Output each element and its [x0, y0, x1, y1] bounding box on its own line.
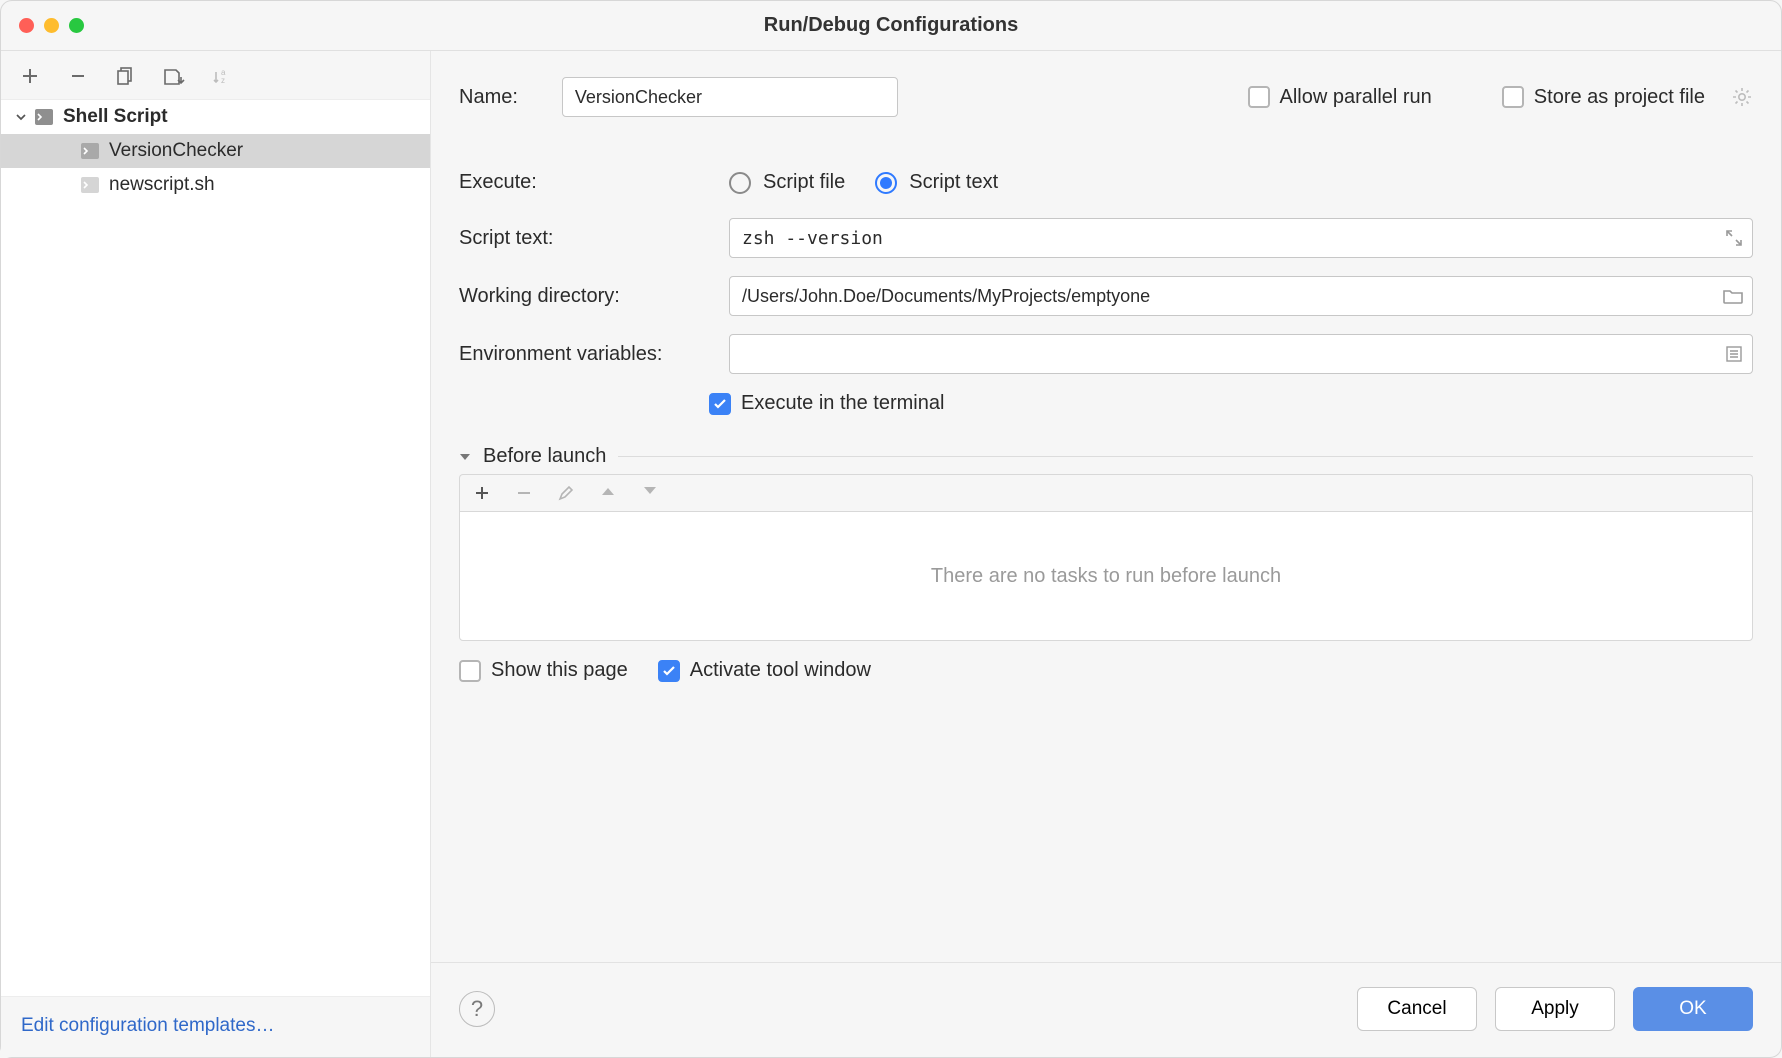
execute-script-file-label: Script file [763, 171, 845, 194]
window-controls [1, 18, 84, 33]
cancel-button[interactable]: Cancel [1357, 987, 1477, 1031]
caret-down-icon [459, 451, 471, 463]
add-config-button[interactable] [17, 63, 43, 89]
execute-script-text-label: Script text [909, 171, 998, 194]
env-input[interactable] [729, 334, 1753, 374]
execute-script-file-radio[interactable] [729, 172, 751, 194]
config-tree: Shell Script VersionChecker newscript.sh [1, 99, 430, 997]
store-project-checkbox[interactable]: Store as project file [1502, 86, 1705, 109]
move-up-task-button[interactable] [600, 485, 616, 501]
divider [618, 456, 1753, 457]
close-window-button[interactable] [19, 18, 34, 33]
activate-tool-window-label: Activate tool window [690, 659, 871, 682]
activate-tool-window-checkbox[interactable]: Activate tool window [658, 659, 871, 682]
minimize-window-button[interactable] [44, 18, 59, 33]
show-this-page-label: Show this page [491, 659, 628, 682]
expand-icon[interactable] [1725, 229, 1743, 247]
allow-parallel-checkbox[interactable]: Allow parallel run [1248, 86, 1432, 109]
add-task-button[interactable] [474, 485, 490, 501]
folder-icon[interactable] [1723, 288, 1743, 304]
remove-task-button[interactable] [516, 485, 532, 501]
script-text-label: Script text: [459, 227, 709, 250]
tree-root-label: Shell Script [63, 106, 168, 128]
store-project-label: Store as project file [1534, 86, 1705, 109]
name-input[interactable] [562, 77, 898, 117]
window-title: Run/Debug Configurations [1, 14, 1781, 37]
configurations-sidebar: az Shell Script VersionC [1, 51, 431, 1057]
execute-label: Execute: [459, 171, 709, 194]
execute-script-text-radio[interactable] [875, 172, 897, 194]
checkbox-icon [459, 660, 481, 682]
before-launch-empty-text: There are no tasks to run before launch [931, 565, 1281, 588]
tree-item-versionchecker[interactable]: VersionChecker [1, 134, 430, 168]
chevron-down-icon [15, 111, 29, 123]
before-launch-toolbar [459, 474, 1753, 511]
before-launch-section[interactable]: Before launch [459, 445, 1753, 468]
terminal-icon [79, 141, 101, 161]
store-project-gear-icon[interactable] [1731, 86, 1753, 108]
svg-text:z: z [221, 76, 225, 85]
tree-item-label: newscript.sh [109, 174, 215, 196]
script-text-input[interactable] [729, 218, 1753, 258]
tree-root-shell-script[interactable]: Shell Script [1, 100, 430, 134]
help-button[interactable]: ? [459, 991, 495, 1027]
checkbox-icon [1248, 86, 1270, 108]
working-dir-input[interactable] [729, 276, 1753, 316]
before-launch-label: Before launch [483, 445, 606, 468]
working-dir-label: Working directory: [459, 285, 709, 308]
ok-button[interactable]: OK [1633, 987, 1753, 1031]
config-form: Name: Allow parallel run Store as projec… [431, 51, 1781, 1057]
tree-item-newscript[interactable]: newscript.sh [1, 168, 430, 202]
before-launch-empty: There are no tasks to run before launch [459, 511, 1753, 641]
run-debug-config-window: Run/Debug Configurations az [0, 0, 1782, 1058]
show-this-page-checkbox[interactable]: Show this page [459, 659, 628, 682]
list-icon[interactable] [1725, 345, 1743, 363]
zoom-window-button[interactable] [69, 18, 84, 33]
checkbox-icon [1502, 86, 1524, 108]
move-down-task-button[interactable] [642, 485, 658, 501]
terminal-icon [79, 175, 101, 195]
edit-templates-link[interactable]: Edit configuration templates… [21, 1015, 274, 1036]
edit-task-button[interactable] [558, 485, 574, 501]
tree-item-label: VersionChecker [109, 140, 243, 162]
env-label: Environment variables: [459, 343, 709, 366]
checkbox-checked-icon [709, 393, 731, 415]
allow-parallel-label: Allow parallel run [1280, 86, 1432, 109]
name-label: Name: [459, 86, 518, 109]
checkbox-checked-icon [658, 660, 680, 682]
save-config-button[interactable] [161, 63, 187, 89]
sort-config-button[interactable]: az [209, 63, 235, 89]
execute-terminal-label: Execute in the terminal [741, 392, 944, 415]
apply-button[interactable]: Apply [1495, 987, 1615, 1031]
sidebar-toolbar: az [1, 51, 430, 99]
copy-config-button[interactable] [113, 63, 139, 89]
execute-terminal-checkbox[interactable]: Execute in the terminal [709, 392, 944, 415]
terminal-icon [33, 107, 55, 127]
remove-config-button[interactable] [65, 63, 91, 89]
titlebar: Run/Debug Configurations [1, 1, 1781, 51]
